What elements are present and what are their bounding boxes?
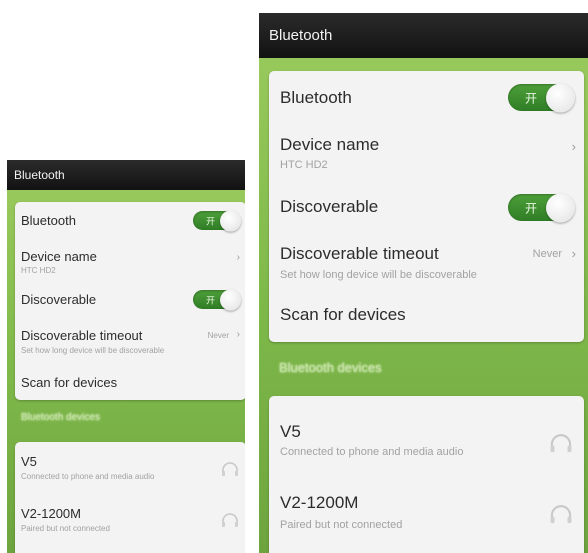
- toggle-knob: [220, 289, 241, 310]
- chevron-right-icon: ›: [236, 329, 240, 340]
- discoverable-timeout-value: Never: [207, 331, 229, 340]
- headset-icon: [550, 505, 572, 524]
- device-name-value: HTC HD2: [21, 266, 56, 275]
- paired-devices-card: V5 Connected to phone and media audio V2…: [15, 442, 245, 553]
- phone-screen-large: Bluetooth Bluetooth 开 Device name HTC HD…: [259, 13, 588, 553]
- bluetooth-row[interactable]: Bluetooth 开: [15, 202, 245, 238]
- toggle-on-label: 开: [525, 201, 538, 215]
- discoverable-label: Discoverable: [21, 292, 97, 307]
- device-name: V5: [280, 422, 301, 441]
- device-row[interactable]: V5 Connected to phone and media audio: [269, 396, 584, 474]
- discoverable-row[interactable]: Discoverable 开: [15, 282, 245, 318]
- section-header: Bluetooth devices: [21, 412, 100, 423]
- discoverable-timeout-summary: Set how long device will be discoverable: [21, 346, 165, 355]
- device-row[interactable]: V2-1200M Paired but not connected: [269, 474, 584, 553]
- discoverable-toggle[interactable]: 开: [193, 289, 241, 310]
- title-bar-title: Bluetooth: [269, 27, 333, 44]
- toggle-knob: [546, 193, 575, 222]
- chevron-right-icon: ›: [236, 252, 240, 263]
- device-row[interactable]: V2-1200M Paired but not connected: [15, 498, 245, 553]
- device-name-row[interactable]: Device name HTC HD2 ›: [15, 238, 245, 282]
- discoverable-toggle[interactable]: 开: [508, 193, 575, 222]
- discoverable-label: Discoverable: [280, 197, 379, 216]
- toggle-knob: [546, 83, 575, 112]
- scan-devices-row[interactable]: Scan for devices: [15, 362, 245, 400]
- device-name-label: Device name: [21, 249, 97, 264]
- discoverable-timeout-row[interactable]: Discoverable timeout Set how long device…: [269, 233, 584, 291]
- device-name: V5: [21, 454, 37, 469]
- scan-devices-label: Scan for devices: [21, 375, 118, 390]
- bluetooth-toggle[interactable]: 开: [508, 83, 575, 112]
- toggle-on-label: 开: [206, 216, 216, 226]
- device-status: Paired but not connected: [21, 524, 110, 533]
- device-name: V2-1200M: [280, 493, 359, 512]
- discoverable-timeout-value: Never: [532, 248, 562, 260]
- discoverable-timeout-summary: Set how long device will be discoverable: [280, 269, 477, 281]
- chevron-right-icon: ›: [571, 246, 576, 261]
- toggle-knob: [220, 210, 241, 231]
- title-bar: Bluetooth: [259, 13, 588, 58]
- device-row[interactable]: V5 Connected to phone and media audio: [15, 442, 245, 498]
- device-status: Connected to phone and media audio: [21, 472, 155, 481]
- paired-devices-card: V5 Connected to phone and media audio V2…: [269, 396, 584, 553]
- discoverable-timeout-label: Discoverable timeout: [21, 328, 143, 343]
- toggle-on-label: 开: [525, 91, 538, 105]
- discoverable-timeout-label: Discoverable timeout: [280, 244, 439, 263]
- section-header: Bluetooth devices: [279, 360, 382, 375]
- toggle-on-label: 开: [206, 295, 216, 305]
- title-bar: Bluetooth: [7, 160, 245, 190]
- bluetooth-toggle[interactable]: 开: [193, 210, 241, 231]
- device-name-row[interactable]: Device name HTC HD2 ›: [269, 123, 584, 183]
- phone-screen-small: Bluetooth Bluetooth 开 Device name HTC HD…: [7, 160, 245, 553]
- scan-devices-label: Scan for devices: [280, 305, 406, 324]
- device-name-value: HTC HD2: [280, 159, 328, 171]
- device-name-label: Device name: [280, 135, 380, 154]
- device-name: V2-1200M: [21, 506, 81, 521]
- bluetooth-row[interactable]: Bluetooth 开: [269, 71, 584, 123]
- bluetooth-settings-card: Bluetooth 开 Device name HTC HD2 › Discov…: [15, 202, 245, 400]
- bluetooth-settings-card: Bluetooth 开 Device name HTC HD2 › Discov…: [269, 71, 584, 342]
- headset-icon: [222, 513, 238, 527]
- device-status: Connected to phone and media audio: [280, 446, 464, 458]
- bluetooth-label: Bluetooth: [21, 213, 76, 228]
- scan-devices-row[interactable]: Scan for devices: [269, 291, 584, 342]
- discoverable-timeout-row[interactable]: Discoverable timeout Set how long device…: [15, 318, 245, 362]
- headset-icon: [222, 462, 238, 476]
- chevron-right-icon: ›: [571, 139, 576, 154]
- discoverable-row[interactable]: Discoverable 开: [269, 183, 584, 233]
- bluetooth-label: Bluetooth: [280, 88, 352, 107]
- headset-icon: [550, 434, 572, 453]
- title-bar-title: Bluetooth: [14, 168, 65, 182]
- device-status: Paired but not connected: [280, 519, 403, 531]
